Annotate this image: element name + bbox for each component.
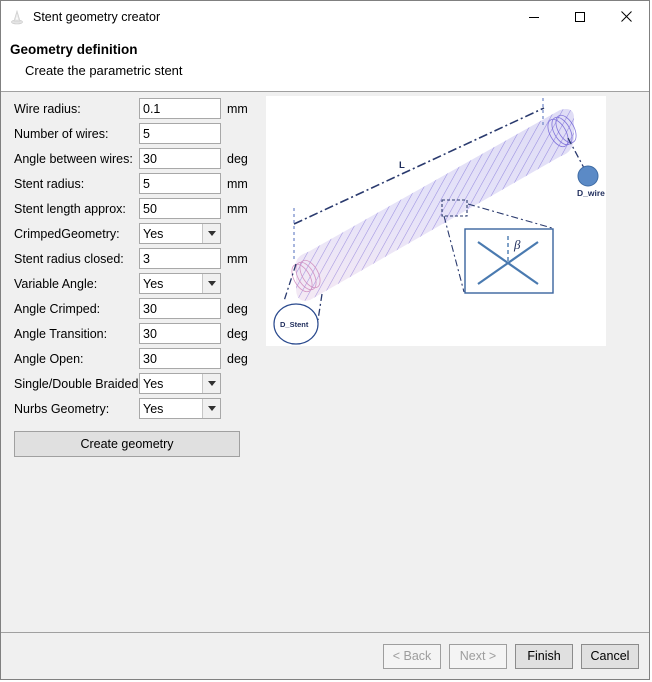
maximize-icon <box>574 11 586 23</box>
chevron-down-icon[interactable] <box>202 399 220 418</box>
app-icon <box>9 9 25 25</box>
text-input[interactable]: 5 <box>139 123 221 144</box>
wire-diameter-circle <box>578 166 598 186</box>
field-label: Angle between wires: <box>14 152 139 166</box>
chevron-down-icon[interactable] <box>202 374 220 393</box>
next-button: Next > <box>449 644 507 669</box>
field-unit: deg <box>227 302 248 316</box>
text-input[interactable]: 3 <box>139 248 221 269</box>
window-title: Stent geometry creator <box>33 10 160 24</box>
back-button: < Back <box>383 644 441 669</box>
create-geometry-button[interactable]: Create geometry <box>14 431 240 457</box>
field-label: Wire radius: <box>14 102 139 116</box>
dropdown-select[interactable]: Yes <box>139 373 221 394</box>
finish-button[interactable]: Finish <box>515 644 573 669</box>
field-value: 30 <box>143 327 157 341</box>
maximize-button[interactable] <box>557 1 603 32</box>
field-label: Number of wires: <box>14 127 139 141</box>
text-input[interactable]: 5 <box>139 173 221 194</box>
window-controls <box>511 1 649 32</box>
minimize-icon <box>528 11 540 23</box>
field-label: Variable Angle: <box>14 277 139 291</box>
field-value: 50 <box>143 202 157 216</box>
field-unit: mm <box>227 102 248 116</box>
field-unit: mm <box>227 252 248 266</box>
field-value: Yes <box>143 227 163 241</box>
close-icon <box>620 10 633 23</box>
form-row: Angle Crimped: 30 deg <box>14 296 254 321</box>
form-row: Wire radius: 0.1 mm <box>14 96 254 121</box>
stent-diameter-label: D_Stent <box>280 320 309 329</box>
content-area: Wire radius: 0.1 mm Number of wires: 5 Angle … <box>1 92 649 632</box>
braid-angle-inset: β <box>465 229 553 293</box>
form-row: Variable Angle: Yes <box>14 271 254 296</box>
field-label: Stent radius: <box>14 177 139 191</box>
field-value: 30 <box>143 152 157 166</box>
wire-diameter-callout: D_wire <box>568 138 605 198</box>
field-unit: mm <box>227 202 248 216</box>
field-label: CrimpedGeometry: <box>14 227 139 241</box>
field-value: Yes <box>143 402 163 416</box>
dropdown-select[interactable]: Yes <box>139 398 221 419</box>
parameter-form: Wire radius: 0.1 mm Number of wires: 5 Angle … <box>14 96 254 457</box>
text-input[interactable]: 50 <box>139 198 221 219</box>
field-label: Stent length approx: <box>14 202 139 216</box>
field-label: Nurbs Geometry: <box>14 402 139 416</box>
form-row: Angle Transition: 30 deg <box>14 321 254 346</box>
page-title: Geometry definition <box>1 40 649 60</box>
field-value: 3 <box>143 252 150 266</box>
length-label: L <box>399 160 405 171</box>
field-value: 5 <box>143 127 150 141</box>
form-row: Stent radius closed: 3 mm <box>14 246 254 271</box>
field-value: 5 <box>143 177 150 191</box>
field-label: Angle Crimped: <box>14 302 139 316</box>
cancel-button[interactable]: Cancel <box>581 644 639 669</box>
text-input[interactable]: 30 <box>139 148 221 169</box>
chevron-down-icon[interactable] <box>202 224 220 243</box>
stent-diagram-panel: L D_wire D_Stent <box>266 96 606 346</box>
field-value: 30 <box>143 302 157 316</box>
text-input[interactable]: 30 <box>139 298 221 319</box>
minimize-button[interactable] <box>511 1 557 32</box>
page-subtitle: Create the parametric stent <box>1 60 649 81</box>
field-value: 0.1 <box>143 102 160 116</box>
stent-mesh-body <box>266 96 606 346</box>
dropdown-select[interactable]: Yes <box>139 273 221 294</box>
field-unit: deg <box>227 327 248 341</box>
field-value: Yes <box>143 277 163 291</box>
form-row: CrimpedGeometry: Yes <box>14 221 254 246</box>
form-row: Angle Open: 30 deg <box>14 346 254 371</box>
wire-diameter-label: D_wire <box>577 188 605 198</box>
field-label: Stent radius closed: <box>14 252 139 266</box>
field-value: 30 <box>143 352 157 366</box>
form-row: Number of wires: 5 <box>14 121 254 146</box>
chevron-down-icon[interactable] <box>202 274 220 293</box>
field-value: Yes <box>143 377 163 391</box>
field-label: Angle Open: <box>14 352 139 366</box>
form-row: Angle between wires: 30 deg <box>14 146 254 171</box>
form-row: Stent radius: 5 mm <box>14 171 254 196</box>
text-input[interactable]: 0.1 <box>139 98 221 119</box>
field-unit: mm <box>227 177 248 191</box>
title-bar: Stent geometry creator <box>1 1 649 32</box>
stent-geometry-creator-window: Stent geometry creator Geometry defi <box>0 0 650 680</box>
wizard-header: Geometry definition Create the parametri… <box>1 32 649 92</box>
close-button[interactable] <box>603 1 649 32</box>
braid-angle-label: β <box>513 237 521 252</box>
dropdown-select[interactable]: Yes <box>139 223 221 244</box>
field-label: Single/Double Braided: <box>14 377 139 391</box>
text-input[interactable]: 30 <box>139 348 221 369</box>
field-label: Angle Transition: <box>14 327 139 341</box>
text-input[interactable]: 30 <box>139 323 221 344</box>
stent-diagram: L D_wire D_Stent <box>266 96 606 346</box>
field-unit: deg <box>227 352 248 366</box>
wizard-footer: < Back Next > Finish Cancel <box>1 632 649 679</box>
form-row: Stent length approx: 50 mm <box>14 196 254 221</box>
form-row: Single/Double Braided: Yes <box>14 371 254 396</box>
field-unit: deg <box>227 152 248 166</box>
form-row: Nurbs Geometry: Yes <box>14 396 254 421</box>
